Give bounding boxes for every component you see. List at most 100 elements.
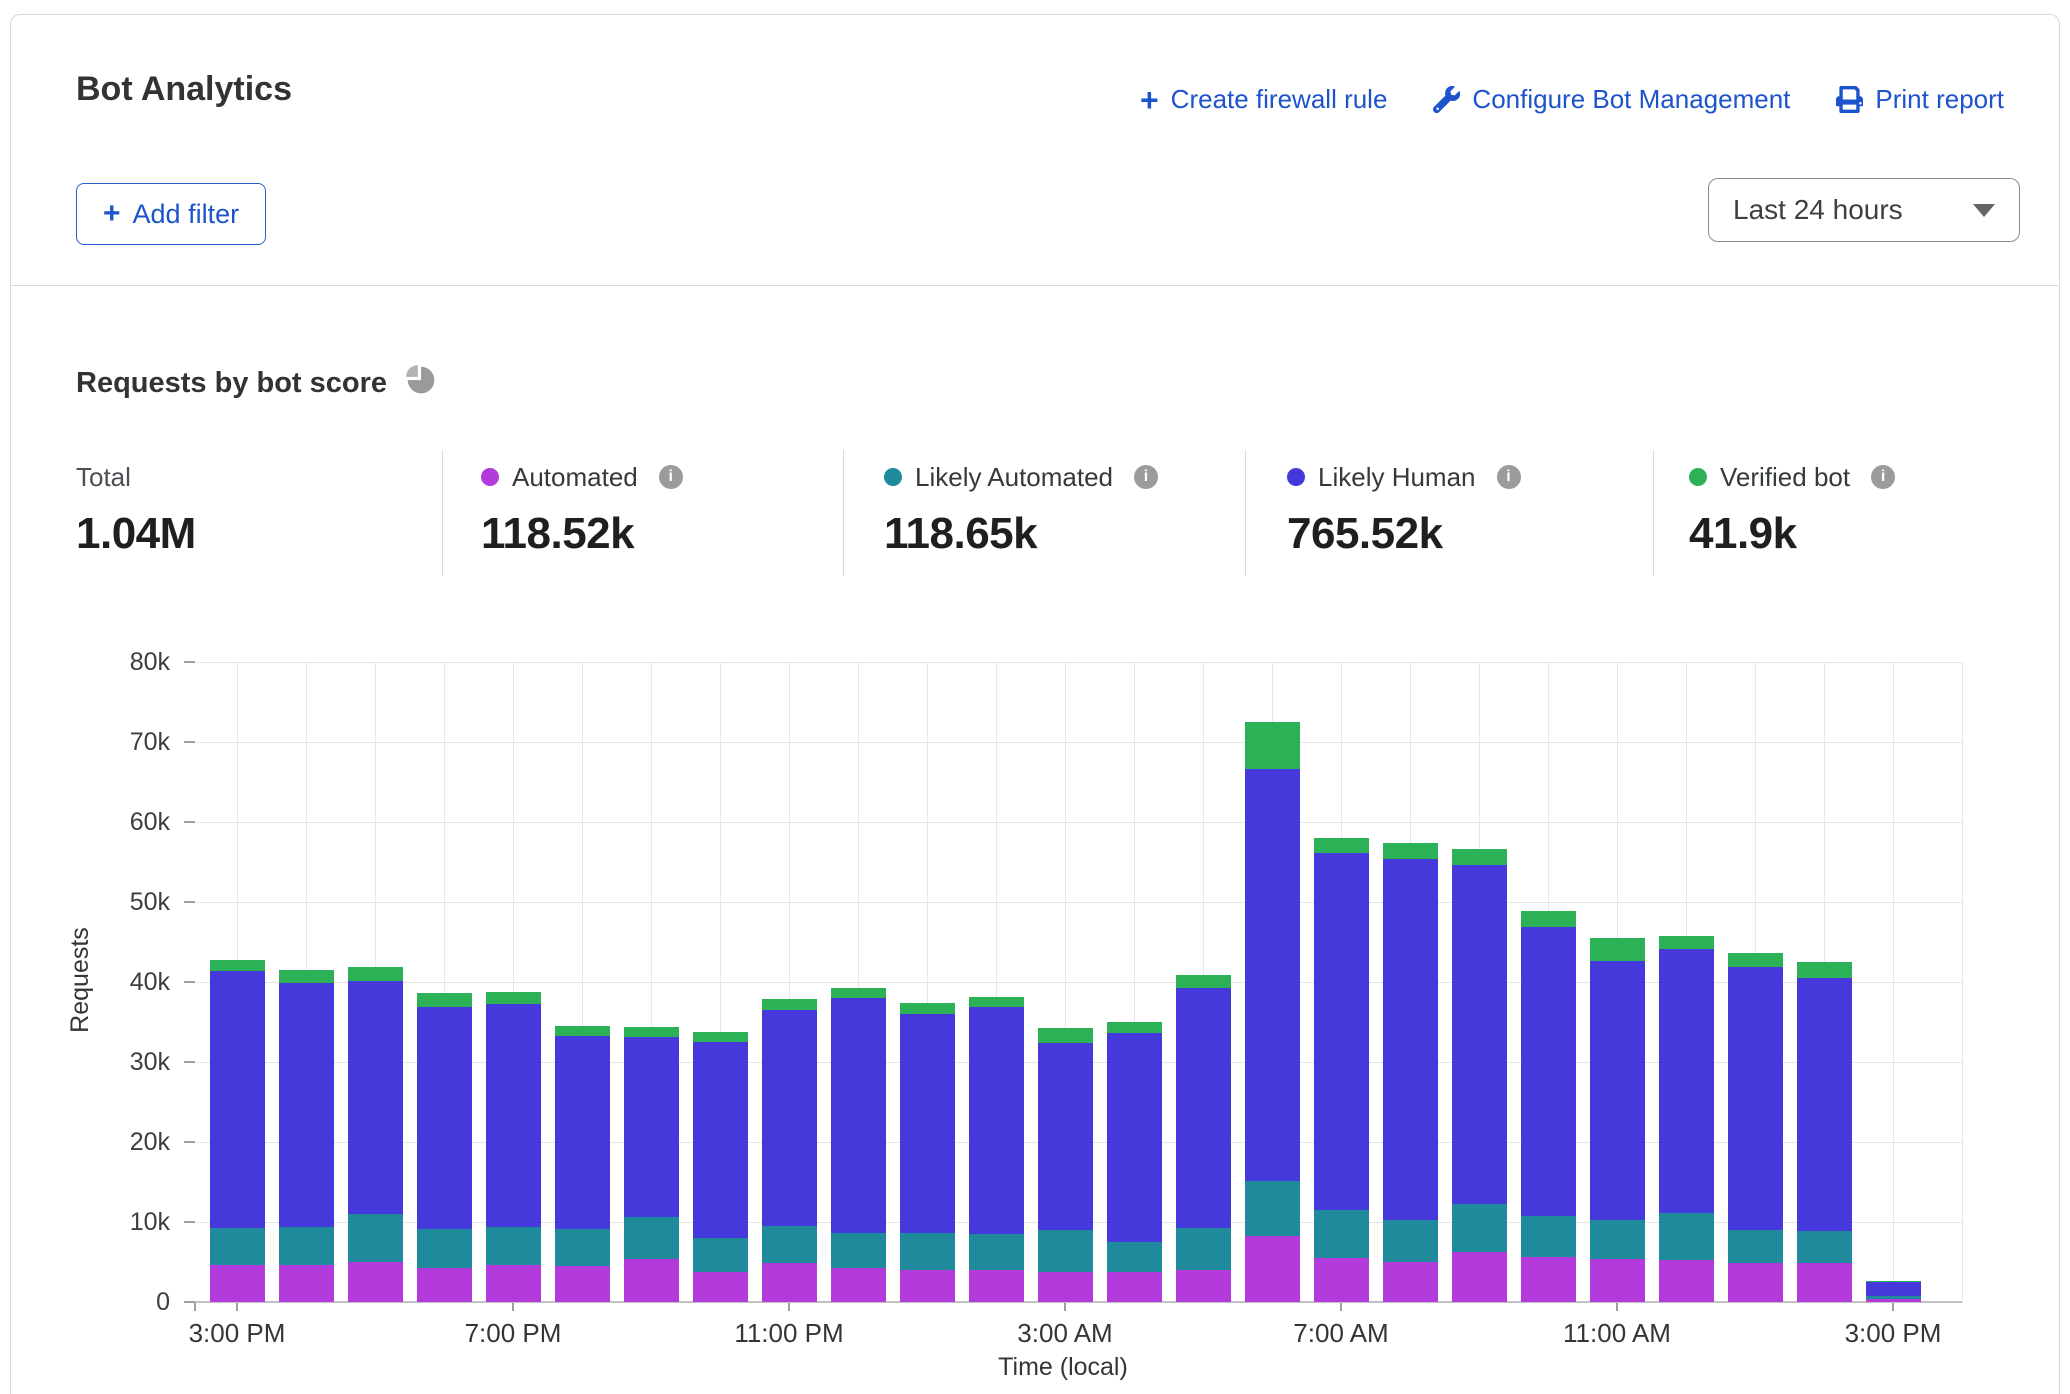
- bar-segment-verified-bot[interactable]: [900, 1003, 955, 1014]
- bar-segment-likely-automated[interactable]: [1107, 1242, 1162, 1272]
- bar-segment-automated[interactable]: [417, 1268, 472, 1302]
- bar-segment-verified-bot[interactable]: [1797, 962, 1852, 978]
- bar-segment-likely-automated[interactable]: [831, 1233, 886, 1267]
- bar-segment-likely-automated[interactable]: [486, 1227, 541, 1265]
- print-report-link[interactable]: Print report: [1836, 84, 2004, 115]
- bar-segment-likely-automated[interactable]: [1659, 1213, 1714, 1259]
- bar-segment-likely-human[interactable]: [831, 998, 886, 1233]
- bar-segment-likely-human[interactable]: [1107, 1033, 1162, 1242]
- bar-segment-automated[interactable]: [279, 1265, 334, 1302]
- bar-segment-likely-human[interactable]: [1659, 949, 1714, 1213]
- bar-segment-likely-automated[interactable]: [1038, 1230, 1093, 1272]
- bar-segment-automated[interactable]: [1245, 1236, 1300, 1302]
- bar-segment-automated[interactable]: [1107, 1272, 1162, 1302]
- bar-segment-verified-bot[interactable]: [693, 1032, 748, 1042]
- bar-segment-verified-bot[interactable]: [1383, 843, 1438, 859]
- bar-segment-automated[interactable]: [1176, 1270, 1231, 1302]
- bar-segment-likely-human[interactable]: [1176, 988, 1231, 1228]
- bar-segment-likely-automated[interactable]: [762, 1226, 817, 1263]
- bar-segment-automated[interactable]: [210, 1265, 265, 1302]
- bar-segment-automated[interactable]: [1797, 1263, 1852, 1302]
- bar-segment-likely-automated[interactable]: [693, 1238, 748, 1272]
- bar-segment-likely-automated[interactable]: [1797, 1231, 1852, 1263]
- bar-segment-automated[interactable]: [1728, 1263, 1783, 1302]
- bar-segment-likely-human[interactable]: [624, 1037, 679, 1217]
- bar-segment-likely-human[interactable]: [1314, 853, 1369, 1210]
- bar-segment-automated[interactable]: [348, 1262, 403, 1302]
- bar-segment-automated[interactable]: [831, 1268, 886, 1302]
- bar-segment-likely-human[interactable]: [417, 1007, 472, 1229]
- bar-segment-verified-bot[interactable]: [1245, 722, 1300, 769]
- bar-segment-likely-automated[interactable]: [417, 1229, 472, 1267]
- bar-segment-verified-bot[interactable]: [1452, 849, 1507, 865]
- bar-segment-automated[interactable]: [1383, 1262, 1438, 1302]
- bar-segment-likely-human[interactable]: [1797, 978, 1852, 1231]
- add-filter-button[interactable]: + Add filter: [76, 183, 266, 245]
- bar-segment-automated[interactable]: [1659, 1260, 1714, 1302]
- bar-segment-verified-bot[interactable]: [1038, 1028, 1093, 1043]
- bar-segment-likely-automated[interactable]: [1383, 1220, 1438, 1262]
- bar-segment-likely-human[interactable]: [900, 1014, 955, 1233]
- bar-segment-automated[interactable]: [486, 1265, 541, 1302]
- bar-segment-likely-automated[interactable]: [969, 1234, 1024, 1270]
- bar-segment-likely-human[interactable]: [1728, 967, 1783, 1230]
- bar-segment-likely-automated[interactable]: [348, 1214, 403, 1262]
- bar-segment-automated[interactable]: [1521, 1257, 1576, 1302]
- bar-segment-likely-human[interactable]: [1521, 927, 1576, 1216]
- bar-segment-verified-bot[interactable]: [1728, 953, 1783, 967]
- info-icon[interactable]: i: [659, 465, 683, 489]
- create-firewall-rule-link[interactable]: + Create firewall rule: [1140, 84, 1387, 115]
- bar-segment-verified-bot[interactable]: [1866, 1281, 1921, 1282]
- bar-segment-likely-human[interactable]: [693, 1042, 748, 1238]
- bar-segment-likely-automated[interactable]: [555, 1229, 610, 1266]
- bar-segment-likely-automated[interactable]: [900, 1233, 955, 1270]
- bar-segment-likely-human[interactable]: [1038, 1043, 1093, 1230]
- bar-segment-automated[interactable]: [1452, 1252, 1507, 1302]
- bar-segment-verified-bot[interactable]: [486, 992, 541, 1004]
- bar-segment-likely-automated[interactable]: [1452, 1204, 1507, 1252]
- bar-segment-verified-bot[interactable]: [417, 993, 472, 1007]
- bar-segment-automated[interactable]: [762, 1263, 817, 1302]
- configure-bot-management-link[interactable]: Configure Bot Management: [1433, 84, 1790, 115]
- info-icon[interactable]: i: [1134, 465, 1158, 489]
- bar-segment-automated[interactable]: [900, 1270, 955, 1302]
- bar-segment-likely-automated[interactable]: [1590, 1220, 1645, 1259]
- bar-segment-verified-bot[interactable]: [762, 999, 817, 1010]
- bar-segment-verified-bot[interactable]: [969, 997, 1024, 1007]
- bar-segment-likely-automated[interactable]: [1176, 1228, 1231, 1270]
- bar-segment-automated[interactable]: [969, 1270, 1024, 1302]
- bar-segment-likely-automated[interactable]: [210, 1228, 265, 1266]
- bar-segment-likely-human[interactable]: [210, 971, 265, 1228]
- bar-segment-verified-bot[interactable]: [831, 988, 886, 998]
- bar-segment-automated[interactable]: [1590, 1259, 1645, 1302]
- bar-segment-automated[interactable]: [555, 1266, 610, 1302]
- bar-segment-verified-bot[interactable]: [555, 1026, 610, 1036]
- bar-segment-likely-human[interactable]: [486, 1004, 541, 1227]
- bar-segment-likely-automated[interactable]: [1521, 1216, 1576, 1258]
- bar-segment-likely-human[interactable]: [1866, 1282, 1921, 1296]
- bar-segment-likely-human[interactable]: [1383, 859, 1438, 1220]
- bar-segment-automated[interactable]: [1866, 1299, 1921, 1302]
- bar-segment-likely-human[interactable]: [762, 1010, 817, 1226]
- info-icon[interactable]: i: [1497, 465, 1521, 489]
- bar-segment-verified-bot[interactable]: [1521, 911, 1576, 927]
- bar-segment-verified-bot[interactable]: [624, 1027, 679, 1037]
- bar-segment-likely-automated[interactable]: [1245, 1181, 1300, 1235]
- bar-segment-verified-bot[interactable]: [348, 967, 403, 981]
- bar-segment-verified-bot[interactable]: [1107, 1022, 1162, 1033]
- bar-segment-likely-human[interactable]: [1590, 961, 1645, 1219]
- bar-segment-automated[interactable]: [1038, 1272, 1093, 1302]
- bar-segment-automated[interactable]: [693, 1272, 748, 1302]
- bar-segment-likely-human[interactable]: [555, 1036, 610, 1230]
- bar-segment-verified-bot[interactable]: [1176, 975, 1231, 988]
- time-range-select[interactable]: Last 24 hours: [1708, 178, 2020, 242]
- bar-segment-likely-human[interactable]: [279, 983, 334, 1227]
- bar-segment-likely-automated[interactable]: [624, 1217, 679, 1259]
- bar-segment-verified-bot[interactable]: [1590, 938, 1645, 961]
- bar-segment-verified-bot[interactable]: [1659, 936, 1714, 950]
- bar-segment-likely-human[interactable]: [1245, 769, 1300, 1181]
- bar-segment-likely-automated[interactable]: [1314, 1210, 1369, 1258]
- info-icon[interactable]: i: [1871, 465, 1895, 489]
- bar-segment-likely-automated[interactable]: [1866, 1296, 1921, 1299]
- bar-segment-verified-bot[interactable]: [1314, 838, 1369, 853]
